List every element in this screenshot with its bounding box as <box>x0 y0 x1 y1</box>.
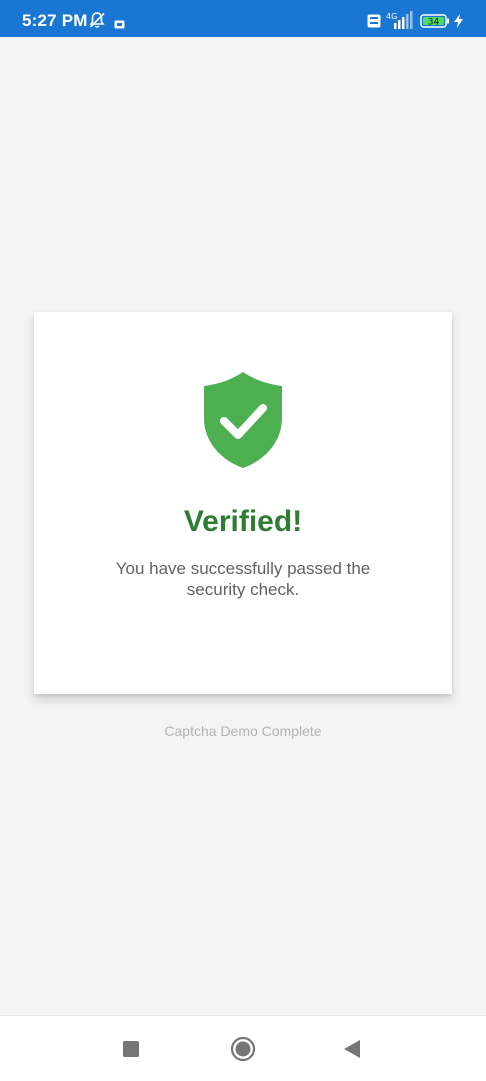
network-label: 4G <box>386 12 397 21</box>
mute-icon <box>88 11 106 34</box>
square-icon <box>123 1041 139 1057</box>
signal-icon: 4G <box>386 11 414 34</box>
home-button[interactable] <box>230 1036 256 1067</box>
status-time: 5:27 PM <box>22 11 88 30</box>
recents-button[interactable] <box>122 1040 140 1063</box>
back-triangle-icon <box>344 1040 360 1058</box>
verified-title: Verified! <box>183 505 303 538</box>
shield-check-icon <box>201 370 285 475</box>
volte-icon <box>367 14 381 33</box>
back-button[interactable] <box>342 1039 362 1064</box>
footer-caption: Captcha Demo Complete <box>164 723 322 739</box>
navigation-bar <box>0 1015 486 1081</box>
verified-message: You have successfully passed the securit… <box>115 559 371 599</box>
notification-icon <box>114 16 125 34</box>
battery-icon: 34 <box>420 14 450 33</box>
verification-card: Verified! You have successfully passed t… <box>34 311 452 694</box>
circle-icon <box>230 1036 256 1062</box>
battery-level: 34 <box>428 18 440 28</box>
charging-icon <box>454 14 463 33</box>
status-bar: 5:27 PM 4G 34 <box>0 0 486 37</box>
